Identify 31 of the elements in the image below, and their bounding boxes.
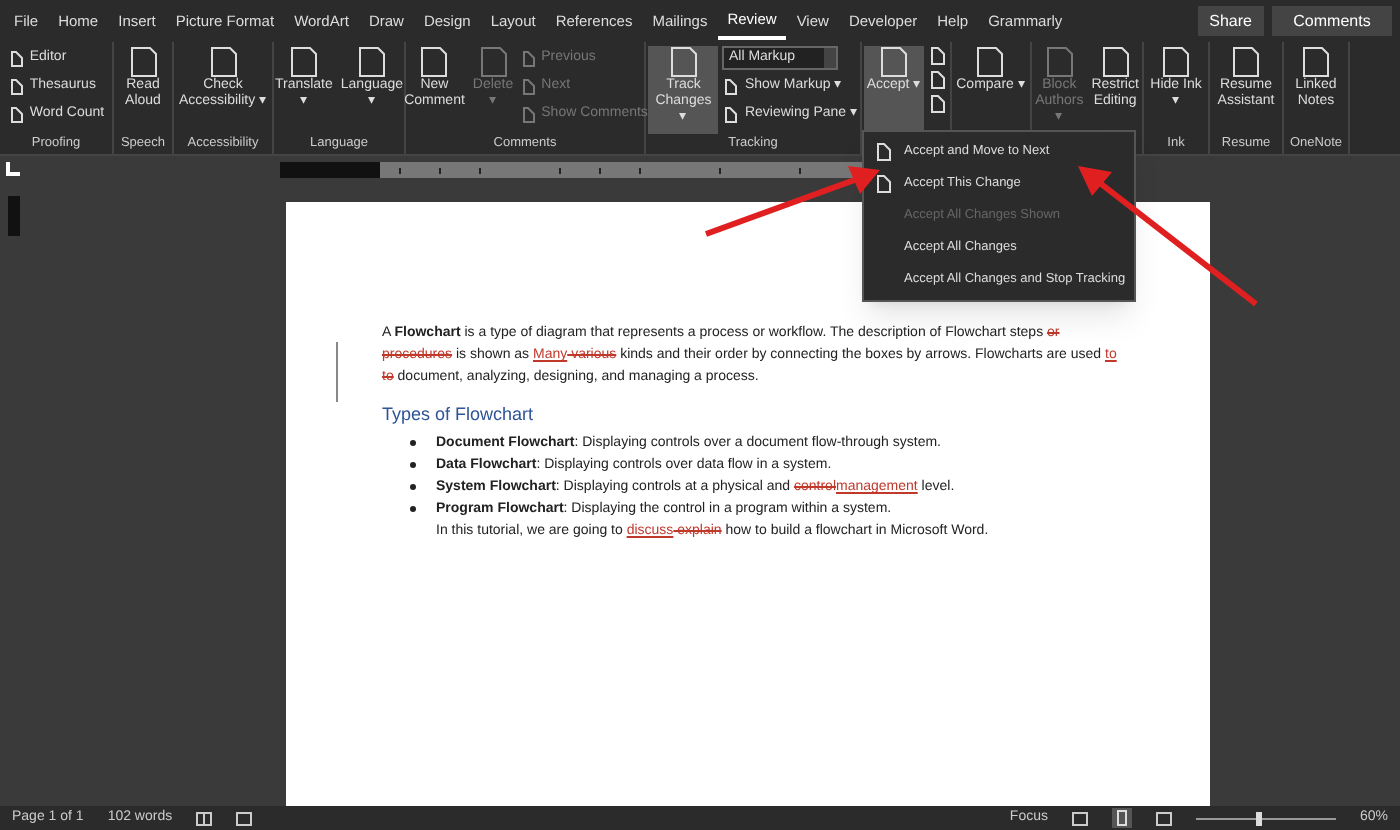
document-icon (667, 46, 700, 78)
ruler-corner[interactable] (6, 162, 20, 176)
zoom-thumb[interactable] (1256, 811, 1263, 825)
document-icon[interactable] (927, 70, 948, 90)
document-icon (1043, 46, 1076, 78)
bullet-icon (410, 484, 416, 490)
document-icon (1099, 46, 1132, 78)
document-icon (127, 46, 159, 78)
document-icon (287, 46, 320, 78)
document-icon[interactable] (927, 46, 948, 66)
document-icon (207, 46, 239, 78)
comments-button[interactable]: Comments (1272, 6, 1392, 36)
bullet-icon (410, 462, 416, 468)
document-icon (974, 46, 1007, 78)
bullet-icon (410, 506, 416, 512)
document-icon (477, 46, 510, 78)
book-icon[interactable] (196, 811, 213, 825)
bullet-icon (410, 440, 416, 446)
document-icon (1300, 46, 1332, 78)
document-icon[interactable] (927, 94, 948, 114)
document-icon (1230, 46, 1262, 78)
web-layout-icon[interactable] (1155, 811, 1172, 825)
document-icon (877, 46, 910, 78)
heading: Types of Flowchart (382, 404, 536, 426)
document-icon (1160, 46, 1192, 78)
document-icon (355, 46, 388, 78)
document-icon (418, 46, 451, 78)
read-mode-icon[interactable] (1071, 811, 1088, 825)
print-layout-icon[interactable] (1111, 808, 1132, 828)
vertical-ruler (8, 196, 20, 236)
share-button[interactable]: Share (1197, 6, 1264, 36)
